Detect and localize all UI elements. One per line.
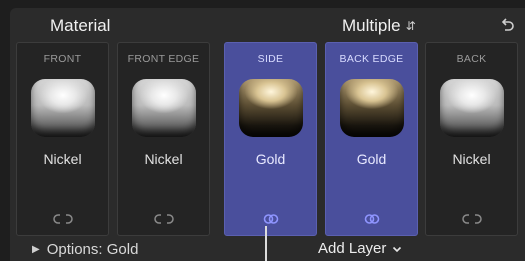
material-footer: ▶ Options: Gold Add Layer bbox=[10, 238, 525, 261]
add-layer-button[interactable]: Add Layer bbox=[318, 240, 402, 257]
unlinked-icon[interactable] bbox=[118, 212, 209, 226]
tile-label: SIDE bbox=[257, 53, 284, 65]
chevron-down-icon bbox=[393, 246, 402, 252]
tile-label: BACK EDGE bbox=[339, 53, 404, 65]
options-disclosure[interactable]: ▶ Options: Gold bbox=[32, 241, 138, 258]
material-mode-popup[interactable]: Multiple ⇵ bbox=[342, 16, 416, 36]
tile-back[interactable]: BACK Nickel bbox=[425, 42, 518, 236]
tile-material-value[interactable]: Gold bbox=[225, 151, 316, 167]
material-mode-value: Multiple bbox=[342, 16, 401, 35]
linked-icon[interactable] bbox=[326, 212, 417, 226]
tile-material-value[interactable]: Nickel bbox=[426, 151, 517, 167]
updown-chevron-icon: ⇵ bbox=[405, 19, 416, 33]
tile-label: FRONT EDGE bbox=[127, 53, 200, 65]
material-tiles: FRONT Nickel FRONT EDGE Nickel SIDE Gold bbox=[16, 42, 525, 236]
unlinked-icon[interactable] bbox=[426, 212, 517, 226]
gold-swatch[interactable] bbox=[340, 79, 404, 137]
linked-icon[interactable] bbox=[225, 212, 316, 226]
material-panel: Material Multiple ⇵ FRONT Nickel FRONT E… bbox=[10, 8, 525, 261]
tile-material-value[interactable]: Nickel bbox=[17, 151, 108, 167]
undo-icon[interactable] bbox=[498, 15, 516, 33]
tile-material-value[interactable]: Gold bbox=[326, 151, 417, 167]
material-title: Material bbox=[50, 16, 111, 35]
nickel-swatch[interactable] bbox=[132, 79, 196, 137]
add-layer-label: Add Layer bbox=[318, 240, 387, 257]
material-header: Material Multiple ⇵ bbox=[10, 8, 525, 42]
tile-label: BACK bbox=[456, 53, 487, 65]
unlinked-icon[interactable] bbox=[17, 212, 108, 226]
tile-front[interactable]: FRONT Nickel bbox=[16, 42, 109, 236]
tile-label: FRONT bbox=[43, 53, 82, 65]
tile-material-value[interactable]: Nickel bbox=[118, 151, 209, 167]
nickel-swatch[interactable] bbox=[440, 79, 504, 137]
nickel-swatch[interactable] bbox=[31, 79, 95, 137]
tile-front-edge[interactable]: FRONT EDGE Nickel bbox=[117, 42, 210, 236]
disclosure-triangle-icon[interactable]: ▶ bbox=[32, 244, 40, 255]
tile-side[interactable]: SIDE Gold bbox=[224, 42, 317, 236]
tile-back-edge[interactable]: BACK EDGE Gold bbox=[325, 42, 418, 236]
options-label: Options: Gold bbox=[46, 241, 139, 258]
callout-pointer-line bbox=[265, 226, 267, 261]
gold-swatch[interactable] bbox=[239, 79, 303, 137]
